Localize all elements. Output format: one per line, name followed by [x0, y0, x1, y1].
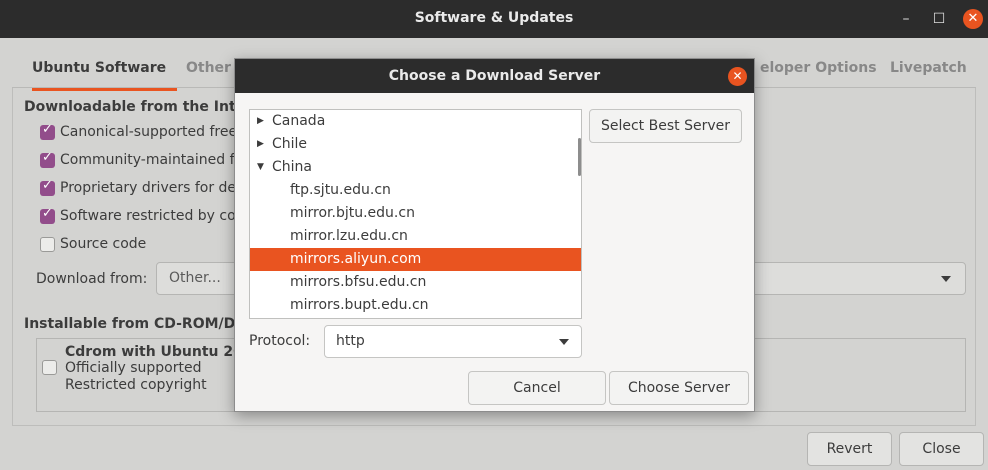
maximize-icon[interactable]: ☐	[929, 9, 949, 29]
download-from-value: Other...	[169, 270, 221, 286]
revert-button[interactable]: Revert	[807, 432, 892, 466]
installable-heading: Installable from CD-ROM/DVD	[24, 316, 258, 332]
checkbox-source-code-label[interactable]: Source code	[60, 236, 146, 252]
window-title: Software & Updates	[414, 10, 574, 26]
checkbox-restricted-label[interactable]: Software restricted by cop	[60, 208, 245, 224]
server-tree[interactable]: ▶ Canada ▶ Chile ▼ China ftp.sjtu.edu.cn…	[249, 109, 582, 319]
checkbox-community[interactable]	[40, 150, 55, 168]
server-label: mirrors.aliyun.com	[290, 251, 422, 267]
expand-arrow-icon[interactable]: ▶	[257, 110, 264, 133]
checkbox-community-label[interactable]: Community-maintained fre	[60, 152, 249, 168]
choose-server-dialog: Choose a Download Server ✕ ▶ Canada ▶ Ch…	[234, 58, 755, 412]
tree-row-server[interactable]: mirror.bjtu.edu.cn	[250, 202, 581, 225]
tree-row-label: China	[272, 159, 312, 175]
checkbox-cdrom[interactable]	[42, 360, 57, 375]
protocol-select[interactable]: http	[324, 325, 582, 358]
checkbox-restricted[interactable]	[40, 206, 55, 224]
expand-arrow-icon[interactable]: ▶	[257, 133, 264, 156]
downloadable-heading: Downloadable from the Inter	[24, 99, 253, 115]
checkbox-proprietary-label[interactable]: Proprietary drivers for dev	[60, 180, 244, 196]
tree-row-china[interactable]: ▼ China	[250, 156, 581, 179]
select-best-server-button[interactable]: Select Best Server	[589, 109, 742, 143]
choose-server-button[interactable]: Choose Server	[609, 371, 749, 405]
window-titlebar: Software & Updates – ☐ ✕	[0, 0, 988, 38]
tab-other-software[interactable]: Other	[186, 60, 231, 76]
tree-scrollbar[interactable]	[578, 138, 581, 176]
minimize-icon[interactable]: –	[896, 9, 916, 29]
collapse-arrow-icon[interactable]: ▼	[257, 156, 264, 179]
cdrom-line-1: Officially supported	[65, 360, 202, 376]
tree-row-server[interactable]: mirror.lzu.edu.cn	[250, 225, 581, 248]
tree-row-label: Chile	[272, 136, 308, 152]
close-window-icon[interactable]: ✕	[963, 9, 983, 29]
tree-row-server-selected[interactable]: mirrors.aliyun.com	[250, 248, 581, 271]
tree-row-server[interactable]: mirrors.bupt.edu.cn	[250, 294, 581, 317]
server-label: ftp.sjtu.edu.cn	[290, 182, 391, 198]
tree-row-server[interactable]: mirrors.bfsu.edu.cn	[250, 271, 581, 294]
dialog-close-icon[interactable]: ✕	[728, 67, 747, 86]
tree-row-canada[interactable]: ▶ Canada	[250, 110, 581, 133]
tree-row-server[interactable]: ftp.sjtu.edu.cn	[250, 179, 581, 202]
server-label: mirror.lzu.edu.cn	[290, 228, 408, 244]
tree-row-chile[interactable]: ▶ Chile	[250, 133, 581, 156]
tree-row-label: Canada	[272, 113, 326, 129]
tab-livepatch[interactable]: Livepatch	[890, 60, 967, 76]
close-button[interactable]: Close	[899, 432, 984, 466]
checkbox-source-code[interactable]	[40, 237, 55, 252]
dialog-title: Choose a Download Server	[235, 59, 754, 93]
download-from-label: Download from:	[36, 271, 148, 287]
tab-developer-options[interactable]: eloper Options	[760, 60, 877, 76]
tab-ubuntu-software[interactable]: Ubuntu Software	[32, 60, 166, 76]
checkbox-canonical[interactable]	[40, 122, 55, 140]
chevron-down-icon	[559, 339, 569, 345]
cancel-button[interactable]: Cancel	[468, 371, 606, 405]
protocol-value: http	[336, 333, 365, 349]
server-label: mirrors.bfsu.edu.cn	[290, 274, 427, 290]
server-label: mirrors.bupt.edu.cn	[290, 297, 429, 313]
checkbox-proprietary[interactable]	[40, 178, 55, 196]
cdrom-line-2: Restricted copyright	[65, 377, 207, 393]
server-label: mirror.bjtu.edu.cn	[290, 205, 415, 221]
protocol-label: Protocol:	[249, 333, 311, 349]
chevron-down-icon	[941, 276, 951, 282]
checkbox-canonical-label[interactable]: Canonical-supported free	[60, 124, 237, 140]
cdrom-title: Cdrom with Ubuntu 20.0	[65, 344, 258, 360]
